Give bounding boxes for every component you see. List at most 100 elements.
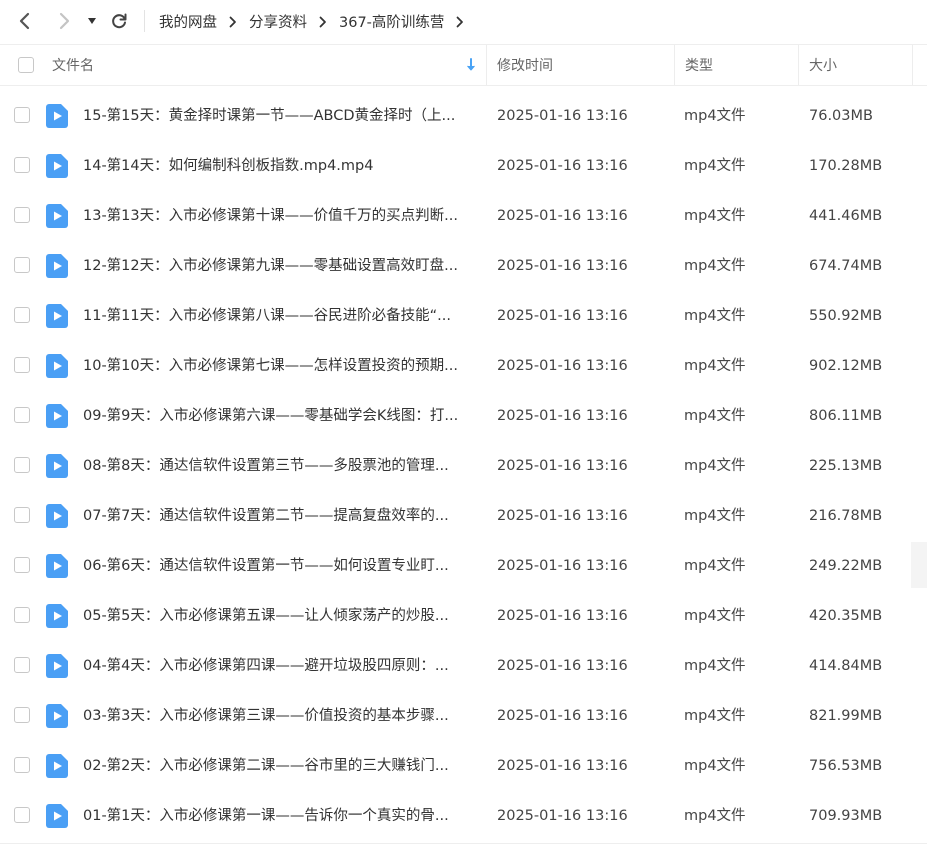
file-size: 216.78MB (809, 508, 883, 524)
row-checkbox[interactable] (14, 657, 30, 673)
file-row[interactable]: 09-第9天：入市必修课第六课——零基础学会K线图：打... 2025-01-16… (0, 391, 927, 441)
file-name[interactable]: 02-第2天：入市必修课第二课——谷市里的三大赚钱门... (83, 741, 473, 791)
breadcrumb-item-current-folder[interactable]: 367-高阶训练营 (339, 11, 444, 32)
file-row[interactable]: 12-第12天：入市必修课第九课——零基础设置高效盯盘... 2025-01-16… (0, 241, 927, 291)
chevron-right-icon (456, 16, 464, 28)
refresh-icon (112, 13, 127, 29)
file-row[interactable]: 08-第8天：通达信软件设置第三节——多股票池的管理... 2025-01-16 … (0, 441, 927, 491)
file-row[interactable]: 01-第1天：入市必修课第一课——告诉你一个真实的骨... 2025-01-16 … (0, 791, 927, 841)
file-name[interactable]: 01-第1天：入市必修课第一课——告诉你一个真实的骨... (83, 791, 473, 841)
refresh-button[interactable] (106, 8, 132, 34)
breadcrumb-item-shared-materials[interactable]: 分享资料 (249, 11, 307, 32)
sort-button[interactable] (466, 45, 476, 85)
chevron-left-icon (19, 12, 30, 30)
file-name[interactable]: 06-第6天：通达信软件设置第一节——如何设置专业盯... (83, 541, 473, 591)
bottom-divider (0, 843, 927, 844)
video-file-icon (46, 154, 68, 178)
back-button[interactable] (12, 8, 38, 34)
row-checkbox[interactable] (14, 557, 30, 573)
file-type: mp4文件 (684, 708, 746, 724)
row-checkbox[interactable] (14, 707, 30, 723)
row-checkbox[interactable] (14, 307, 30, 323)
file-name[interactable]: 11-第11天：入市必修课第八课——谷民进阶必备技能“... (83, 291, 473, 341)
breadcrumb-item-my-drive[interactable]: 我的网盘 (159, 11, 217, 32)
column-divider[interactable] (486, 45, 487, 85)
row-checkbox[interactable] (14, 807, 30, 823)
file-type: mp4文件 (684, 758, 746, 774)
row-checkbox[interactable] (14, 607, 30, 623)
select-all-cell (18, 45, 34, 85)
column-header-size[interactable]: 大小 (809, 45, 837, 85)
row-checkbox[interactable] (14, 157, 30, 173)
file-row[interactable]: 03-第3天：入市必修课第三课——价值投资的基本步骤... 2025-01-16 … (0, 691, 927, 741)
column-divider[interactable] (798, 45, 799, 85)
select-all-checkbox[interactable] (18, 57, 34, 73)
video-file-icon (46, 754, 68, 778)
row-checkbox[interactable] (14, 107, 30, 123)
column-header-type[interactable]: 类型 (685, 45, 713, 85)
file-size: 806.11MB (809, 408, 883, 424)
file-row[interactable]: 07-第7天：通达信软件设置第二节——提高复盘效率的... 2025-01-16 … (0, 491, 927, 541)
file-size: 709.93MB (809, 808, 883, 824)
file-name[interactable]: 10-第10天：入市必修课第七课——怎样设置投资的预期... (83, 341, 473, 391)
file-name[interactable]: 12-第12天：入市必修课第九课——零基础设置高效盯盘... (83, 241, 473, 291)
file-row[interactable]: 05-第5天：入市必修课第五课——让人倾家荡产的炒股... 2025-01-16 … (0, 591, 927, 641)
chevron-right-icon (319, 16, 327, 28)
column-divider[interactable] (674, 45, 675, 85)
file-name[interactable]: 07-第7天：通达信软件设置第二节——提高复盘效率的... (83, 491, 473, 541)
file-modified-time: 2025-01-16 13:16 (497, 508, 628, 524)
file-row[interactable]: 11-第11天：入市必修课第八课——谷民进阶必备技能“... 2025-01-16… (0, 291, 927, 341)
file-size: 170.28MB (809, 158, 883, 174)
row-checkbox[interactable] (14, 207, 30, 223)
file-modified-time: 2025-01-16 13:16 (497, 308, 628, 324)
file-type: mp4文件 (684, 408, 746, 424)
file-name[interactable]: 04-第4天：入市必修课第四课——避开垃圾股四原则：... (83, 641, 473, 691)
file-name[interactable]: 09-第9天：入市必修课第六课——零基础学会K线图：打... (83, 391, 473, 441)
file-name[interactable]: 05-第5天：入市必修课第五课——让人倾家荡产的炒股... (83, 591, 473, 641)
video-file-icon (46, 404, 68, 428)
file-modified-time: 2025-01-16 13:16 (497, 408, 628, 424)
file-size: 756.53MB (809, 758, 883, 774)
video-file-icon (46, 654, 68, 678)
file-list: 15-第15天：黄金择时课第一节——ABCD黄金择时（上... 2025-01-1… (0, 91, 927, 841)
file-row[interactable]: 15-第15天：黄金择时课第一节——ABCD黄金择时（上... 2025-01-1… (0, 91, 927, 141)
file-name[interactable]: 15-第15天：黄金择时课第一节——ABCD黄金择时（上... (83, 91, 473, 141)
video-file-icon (46, 604, 68, 628)
file-row[interactable]: 14-第14天：如何编制科创板指数.mp4.mp4 2025-01-16 13:1… (0, 141, 927, 191)
file-size: 414.84MB (809, 658, 883, 674)
file-row[interactable]: 04-第4天：入市必修课第四课——避开垃圾股四原则：... 2025-01-16 … (0, 641, 927, 691)
row-checkbox[interactable] (14, 757, 30, 773)
row-checkbox[interactable] (14, 357, 30, 373)
file-name[interactable]: 14-第14天：如何编制科创板指数.mp4.mp4 (83, 141, 473, 191)
file-type: mp4文件 (684, 558, 746, 574)
file-modified-time: 2025-01-16 13:16 (497, 258, 628, 274)
file-modified-time: 2025-01-16 13:16 (497, 808, 628, 824)
file-row[interactable]: 06-第6天：通达信软件设置第一节——如何设置专业盯... 2025-01-16 … (0, 541, 927, 591)
column-header-modified[interactable]: 修改时间 (497, 45, 553, 85)
row-checkbox[interactable] (14, 407, 30, 423)
file-size: 674.74MB (809, 258, 883, 274)
file-name[interactable]: 03-第3天：入市必修课第三课——价值投资的基本步骤... (83, 691, 473, 741)
file-type: mp4文件 (684, 358, 746, 374)
file-row[interactable]: 02-第2天：入市必修课第二课——谷市里的三大赚钱门... 2025-01-16 … (0, 741, 927, 791)
file-size: 76.03MB (809, 108, 873, 124)
forward-button[interactable] (51, 8, 77, 34)
file-name[interactable]: 08-第8天：通达信软件设置第三节——多股票池的管理... (83, 441, 473, 491)
column-header-name[interactable]: 文件名 (52, 45, 94, 85)
file-name[interactable]: 13-第13天：入市必修课第十课——价值千万的买点判断... (83, 191, 473, 241)
row-checkbox[interactable] (14, 507, 30, 523)
file-modified-time: 2025-01-16 13:16 (497, 658, 628, 674)
file-size: 902.12MB (809, 358, 883, 374)
file-row[interactable]: 10-第10天：入市必修课第七课——怎样设置投资的预期... 2025-01-16… (0, 341, 927, 391)
row-checkbox[interactable] (14, 457, 30, 473)
file-row[interactable]: 13-第13天：入市必修课第十课——价值千万的买点判断... 2025-01-16… (0, 191, 927, 241)
history-dropdown-button[interactable] (80, 8, 104, 34)
toolbar-divider (144, 10, 145, 32)
row-checkbox[interactable] (14, 257, 30, 273)
file-type: mp4文件 (684, 458, 746, 474)
file-type: mp4文件 (684, 308, 746, 324)
file-modified-time: 2025-01-16 13:16 (497, 708, 628, 724)
column-divider[interactable] (912, 45, 913, 85)
scrollbar-thumb[interactable] (911, 542, 927, 588)
file-list-header: 文件名 修改时间 类型 大小 (0, 44, 927, 86)
